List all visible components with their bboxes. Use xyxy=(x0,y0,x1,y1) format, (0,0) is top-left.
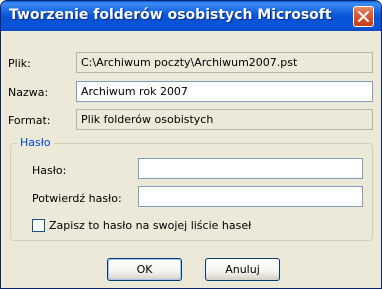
ok-button[interactable]: OK xyxy=(107,258,182,281)
close-icon xyxy=(358,11,369,22)
file-label: Plik: xyxy=(8,57,31,70)
close-button[interactable] xyxy=(353,6,374,27)
password-label: Hasło: xyxy=(32,164,67,177)
file-path-field: C:\Archiwum poczty\Archiwum2007.pst xyxy=(76,52,373,73)
password-input[interactable] xyxy=(138,158,363,179)
window-title: Tworzenie folderów osobistych Microsoft xyxy=(9,7,332,23)
format-field: Plik folderów osobistych xyxy=(76,109,373,130)
name-input[interactable] xyxy=(76,81,373,102)
name-label: Nazwa: xyxy=(8,86,49,99)
dialog-window: Tworzenie folderów osobistych Microsoft … xyxy=(0,0,382,289)
cancel-button[interactable]: Anuluj xyxy=(205,258,280,281)
save-password-label[interactable]: Zapisz to hasło na swojej liście haseł xyxy=(49,219,251,232)
format-label: Format: xyxy=(8,114,51,127)
password-group-legend: Hasło xyxy=(17,136,54,149)
save-password-checkbox[interactable] xyxy=(32,219,45,232)
confirm-password-label: Potwierdź hasło: xyxy=(32,192,122,205)
title-bar[interactable]: Tworzenie folderów osobistych Microsoft xyxy=(1,1,381,31)
confirm-password-input[interactable] xyxy=(138,186,363,207)
